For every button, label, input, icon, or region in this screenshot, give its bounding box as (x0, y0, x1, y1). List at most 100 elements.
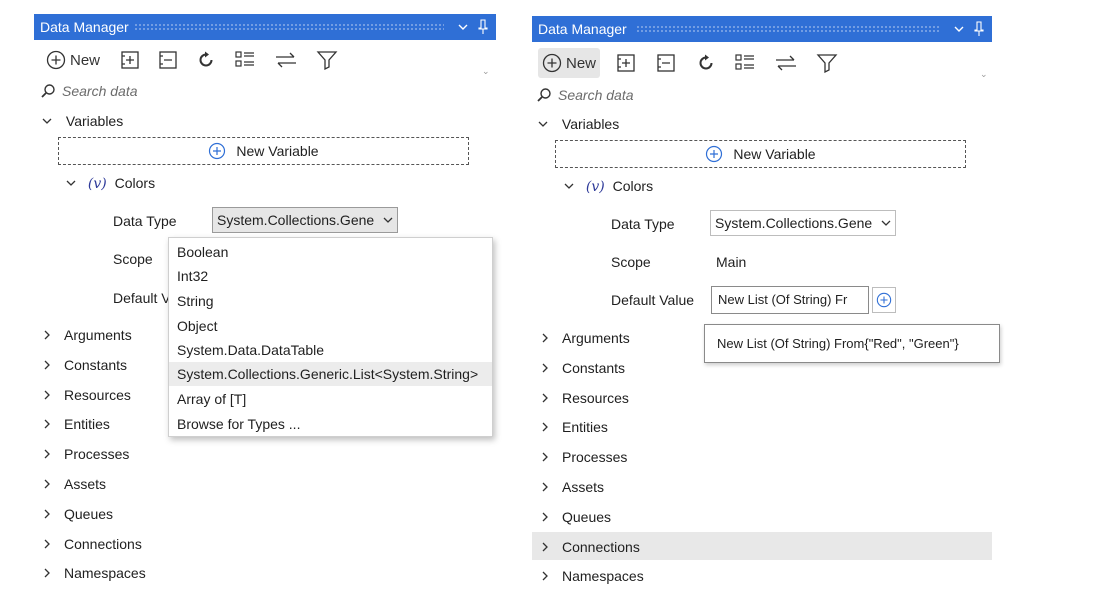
data-type-select[interactable]: System.Collections.Gene (710, 210, 896, 236)
new-variable-label: New Variable (236, 143, 319, 159)
new-variable-button[interactable]: New Variable (555, 140, 966, 168)
collapse-all-icon[interactable] (158, 47, 178, 73)
filter-icon[interactable] (316, 47, 338, 73)
section-node-namespaces[interactable]: Namespaces (538, 565, 644, 587)
swap-icon[interactable] (274, 47, 298, 73)
data-type-label: Data Type (611, 216, 675, 232)
section-node-entities[interactable]: Entities (538, 416, 608, 438)
scroll-up-icon[interactable]: ⌄ (482, 66, 490, 77)
section-label: Resources (64, 386, 131, 403)
new-button[interactable]: New (538, 48, 601, 78)
data-type-value: System.Collections.Gene (715, 215, 873, 231)
section-node-assets[interactable]: Assets (40, 473, 106, 495)
variable-name: Colors (114, 175, 156, 191)
type-option[interactable]: Object (169, 314, 492, 338)
search-data-field[interactable]: Search data (40, 80, 138, 102)
section-label: Resources (562, 389, 629, 406)
expand-all-icon[interactable] (120, 47, 140, 73)
variable-name: Colors (612, 178, 654, 194)
variable-icon: (v) (585, 179, 605, 195)
section-label: Entities (562, 419, 608, 436)
section-label: Connections (562, 538, 640, 555)
filter-icon[interactable] (816, 50, 838, 76)
new-button-label: New (566, 54, 597, 72)
default-value-text: New List (Of String) Fr (718, 292, 848, 307)
section-node-constants[interactable]: Constants (40, 354, 127, 376)
data-type-label: Data Type (113, 213, 177, 229)
panel-titlebar: Data Manager (34, 14, 496, 40)
data-type-select[interactable]: System.Collections.Gene (212, 207, 398, 233)
variables-node[interactable]: Variables (536, 113, 619, 135)
scroll-up-icon[interactable]: ⌄ (980, 69, 988, 80)
type-option[interactable]: String (169, 289, 492, 313)
refresh-icon[interactable] (196, 47, 216, 73)
chevron-down-icon (538, 121, 548, 127)
chevron-right-icon (542, 363, 548, 373)
type-option[interactable]: Boolean (169, 240, 492, 264)
section-label: Namespaces (562, 568, 644, 585)
chevron-right-icon (44, 360, 50, 370)
chevron-right-icon (542, 393, 548, 403)
chevron-right-icon (542, 512, 548, 522)
chevron-down-icon (881, 220, 891, 226)
section-node-queues[interactable]: Queues (538, 506, 611, 528)
list-view-icon[interactable] (734, 50, 756, 76)
chevron-right-icon (44, 479, 50, 489)
scope-label: Scope (113, 251, 153, 267)
new-variable-button[interactable]: New Variable (58, 137, 469, 165)
section-label: Queues (64, 505, 114, 522)
list-view-icon[interactable] (234, 47, 256, 73)
default-value-input[interactable]: New List (Of String) Fr (711, 286, 869, 314)
search-icon (41, 84, 55, 98)
section-node-assets[interactable]: Assets (538, 476, 604, 498)
section-node-connections[interactable]: Connections (538, 536, 640, 558)
tooltip-text: New List (Of String) From{"Red", "Green"… (717, 336, 959, 351)
expand-all-icon[interactable] (616, 50, 636, 76)
refresh-icon[interactable] (696, 50, 716, 76)
section-node-connections[interactable]: Connections (40, 533, 142, 555)
section-node-resources[interactable]: Resources (538, 387, 629, 409)
section-label: Constants (562, 359, 626, 376)
section-node-arguments[interactable]: Arguments (40, 324, 132, 346)
section-node-queues[interactable]: Queues (40, 503, 113, 525)
type-option-selected[interactable]: System.Collections.Generic.List<System.S… (169, 362, 492, 386)
section-label: Arguments (64, 327, 132, 343)
data-type-dropdown: Boolean Int32 String Object System.Data.… (168, 237, 493, 437)
type-option[interactable]: Array of [T] (169, 387, 492, 411)
type-option[interactable]: Int32 (169, 264, 492, 288)
chevron-down-icon (383, 217, 393, 223)
section-node-constants[interactable]: Constants (538, 357, 625, 379)
type-option[interactable]: System.Data.DataTable (169, 338, 492, 362)
section-node-entities[interactable]: Entities (40, 413, 110, 435)
swap-icon[interactable] (774, 50, 798, 76)
default-value-tooltip: New List (Of String) From{"Red", "Green"… (704, 324, 1000, 363)
pin-icon[interactable] (974, 16, 984, 51)
section-label: Processes (64, 446, 130, 463)
chevron-right-icon (542, 482, 548, 492)
section-label: Entities (64, 416, 110, 433)
expression-editor-button[interactable] (872, 287, 896, 313)
titlebar-grip (134, 23, 444, 31)
type-option[interactable]: Browse for Types ... (169, 412, 492, 436)
chevron-right-icon (542, 333, 548, 343)
section-node-processes[interactable]: Processes (538, 446, 627, 468)
variable-colors-node[interactable]: (v) Colors (562, 175, 653, 197)
section-node-processes[interactable]: Processes (40, 443, 129, 465)
new-button-label: New (70, 51, 101, 69)
collapse-all-icon[interactable] (656, 50, 676, 76)
panel-titlebar: Data Manager (532, 16, 992, 42)
chevron-down-icon[interactable] (954, 16, 964, 51)
section-node-resources[interactable]: Resources (40, 384, 131, 406)
section-label: Constants (64, 356, 128, 373)
plus-circle-icon (706, 145, 723, 163)
section-label: Connections (64, 535, 142, 552)
section-node-arguments[interactable]: Arguments (538, 327, 630, 349)
chevron-down-icon (66, 180, 76, 186)
variables-node[interactable]: Variables (40, 110, 123, 132)
variable-colors-node[interactable]: (v) Colors (64, 172, 155, 194)
section-node-namespaces[interactable]: Namespaces (40, 562, 146, 584)
search-icon (537, 88, 551, 102)
search-data-field[interactable]: Search data (536, 84, 634, 106)
new-button[interactable]: New (42, 47, 104, 73)
chevron-right-icon (44, 449, 50, 459)
